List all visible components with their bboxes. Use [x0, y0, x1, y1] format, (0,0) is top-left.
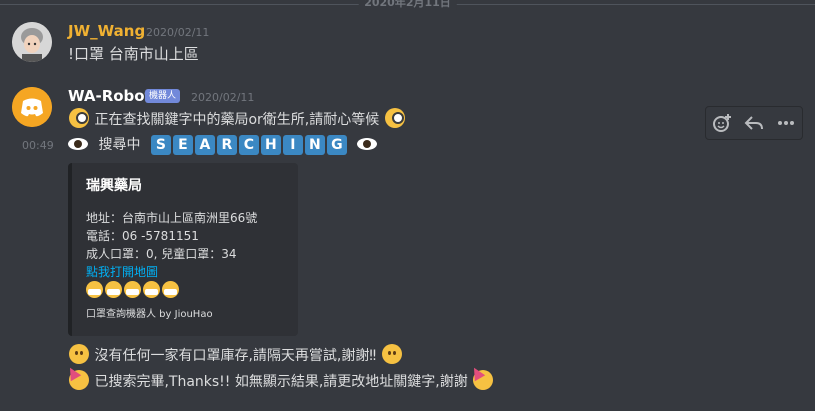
username-jw-wang[interactable]: JW_Wang — [68, 22, 145, 40]
mask-face-icon — [124, 281, 141, 298]
pharmacy-embed: 瑞興藥局 地址：台南市山上區南洲里66號 電話：06 -5781151 成人口罩… — [68, 163, 298, 336]
embed-footer: 口罩查詢機器人 by JiouHao — [86, 309, 213, 320]
mask-face-icon — [105, 281, 122, 298]
embed-address: 地址：台南市山上區南洲里66號 — [86, 211, 258, 225]
add-reaction-icon[interactable] — [710, 111, 734, 135]
message-line-1: 正在查找關鍵字中的藥局or衛生所,請耐心等候 — [68, 108, 406, 129]
embed-stock: 成人口罩：0, 兒童口罩：34 — [86, 247, 237, 261]
letter-tile: N — [304, 135, 325, 155]
message-action-toolbar — [705, 106, 803, 140]
thinking-face-icon — [69, 344, 89, 364]
letter-tile: I — [282, 135, 303, 155]
message-line-3: 沒有任何一家有口罩庫存,請隔天再嘗試,謝謝‼ — [68, 344, 403, 365]
letter-tile: A — [194, 135, 215, 155]
message-timestamp: 2020/02/11 — [191, 91, 255, 104]
searching-tiles: SEARCHING — [150, 135, 353, 155]
letter-tile: S — [150, 135, 171, 155]
monocle-face-icon — [69, 108, 89, 128]
more-options-icon[interactable] — [774, 111, 798, 135]
mask-face-icon — [162, 281, 179, 298]
party-face-icon — [469, 364, 494, 390]
no-stock-text: 沒有任何一家有口罩庫存,請隔天再嘗試,謝謝‼ — [94, 348, 377, 364]
discord-logo-icon — [12, 87, 52, 127]
letter-tile: G — [326, 135, 347, 155]
searching-prefix: 搜尋中 — [98, 137, 141, 153]
message-line-2: 搜尋中 SEARCHING — [68, 134, 378, 155]
letter-tile: C — [238, 135, 259, 155]
avatar-image — [12, 22, 52, 62]
date-divider: 2020年2月11日 — [0, 0, 815, 10]
mask-face-icon — [143, 281, 160, 298]
reply-icon[interactable] — [742, 111, 766, 135]
message-text: !口罩 台南市山上區 — [68, 45, 199, 63]
mask-emoji-row — [86, 281, 286, 301]
mask-face-icon — [86, 281, 103, 298]
thinking-face-icon — [381, 344, 402, 364]
letter-tile: H — [260, 135, 281, 155]
letter-tile: E — [172, 135, 193, 155]
eye-icon — [68, 138, 88, 150]
message-timestamp: 2020/02/11 — [146, 26, 210, 39]
searching-status-text: 正在查找關鍵字中的藥局or衛生所,請耐心等候 — [94, 112, 380, 128]
embed-title: 瑞興藥局 — [86, 178, 142, 194]
message-line-4: 已搜索完畢,Thanks!! 如無顯示結果,請更改地址關鍵字,謝謝 — [64, 364, 494, 391]
username-wa-robot[interactable]: WA-Robot — [68, 87, 152, 105]
bot-avatar[interactable] — [12, 87, 52, 127]
embed-phone: 電話：06 -5781151 — [86, 229, 199, 243]
search-complete-text: 已搜索完畢,Thanks!! 如無顯示結果,請更改地址關鍵字,謝謝 — [94, 374, 468, 390]
date-divider-label: 2020年2月11日 — [358, 0, 457, 10]
hover-time: 00:49 — [22, 139, 54, 152]
user-avatar[interactable] — [12, 22, 52, 62]
monocle-face-icon — [384, 108, 405, 128]
party-face-icon — [64, 364, 89, 390]
eye-icon — [357, 138, 378, 150]
bot-tag: 機器人 — [145, 89, 181, 103]
letter-tile: R — [216, 135, 237, 155]
map-link[interactable]: 點我打開地圖 — [86, 263, 286, 281]
